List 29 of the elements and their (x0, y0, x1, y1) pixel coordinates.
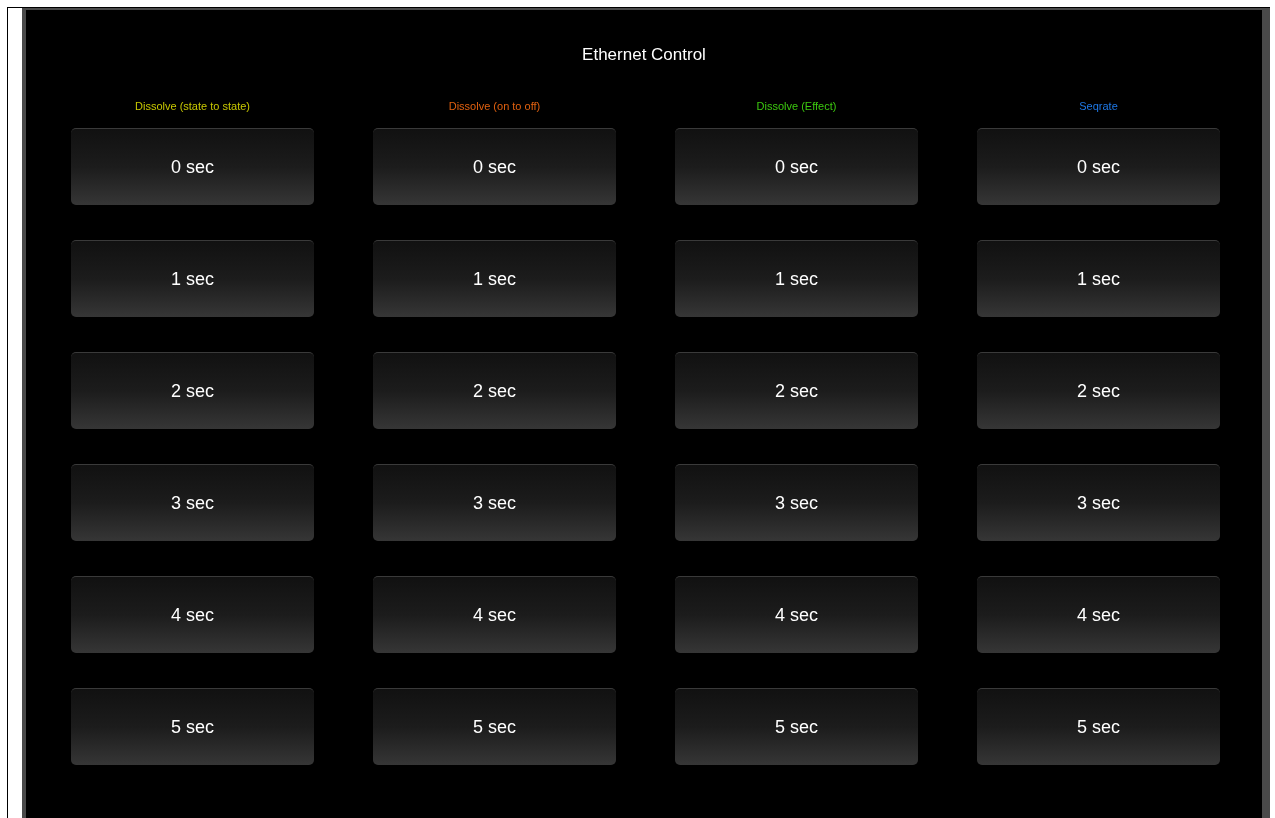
column-heading: Dissolve (state to state) (135, 99, 250, 113)
time-button[interactable]: 0 sec (977, 128, 1220, 205)
time-button[interactable]: 1 sec (977, 240, 1220, 317)
time-button[interactable]: 3 sec (675, 464, 918, 541)
panel-title: Ethernet Control (582, 44, 706, 66)
time-button[interactable]: 2 sec (71, 352, 314, 429)
time-button[interactable]: 1 sec (71, 240, 314, 317)
time-button[interactable]: 0 sec (71, 128, 314, 205)
time-button[interactable]: 1 sec (675, 240, 918, 317)
time-button[interactable]: 4 sec (977, 576, 1220, 653)
time-button[interactable]: 5 sec (71, 688, 314, 765)
time-button[interactable]: 3 sec (71, 464, 314, 541)
column-heading: Dissolve (Effect) (756, 99, 837, 113)
time-button[interactable]: 5 sec (675, 688, 918, 765)
time-button[interactable]: 2 sec (675, 352, 918, 429)
time-button[interactable]: 0 sec (675, 128, 918, 205)
time-button[interactable]: 5 sec (977, 688, 1220, 765)
time-button[interactable]: 2 sec (977, 352, 1220, 429)
time-button[interactable]: 4 sec (373, 576, 616, 653)
time-button[interactable]: 4 sec (675, 576, 918, 653)
time-button[interactable]: 3 sec (977, 464, 1220, 541)
time-button[interactable]: 3 sec (373, 464, 616, 541)
time-button[interactable]: 5 sec (373, 688, 616, 765)
column-heading: Seqrate (1079, 99, 1118, 113)
time-button[interactable]: 4 sec (71, 576, 314, 653)
time-button[interactable]: 2 sec (373, 352, 616, 429)
time-button[interactable]: 1 sec (373, 240, 616, 317)
column-heading: Dissolve (on to off) (448, 99, 541, 113)
time-button[interactable]: 0 sec (373, 128, 616, 205)
